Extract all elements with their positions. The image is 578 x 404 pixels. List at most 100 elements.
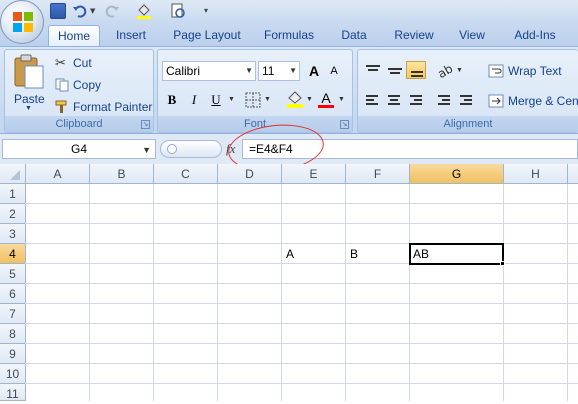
borders-dropdown-icon[interactable]: ▼	[264, 96, 271, 103]
column-header-f[interactable]: F	[346, 164, 410, 184]
column-header-next[interactable]	[568, 164, 578, 184]
column-header-d[interactable]: D	[218, 164, 282, 184]
increase-indent-button[interactable]	[456, 92, 476, 110]
clipboard-dialog-launcher[interactable]: ↘	[141, 120, 150, 129]
row-header-9[interactable]: 9	[0, 344, 26, 364]
save-icon[interactable]	[50, 3, 66, 19]
tab-data[interactable]: Data	[334, 25, 374, 46]
tab-formulas[interactable]: Formulas	[258, 25, 320, 46]
cell-e4[interactable]: A	[282, 244, 345, 263]
tab-review[interactable]: Review	[388, 25, 440, 46]
undo-dropdown-icon[interactable]: ▼	[90, 3, 98, 19]
gridline	[25, 363, 578, 364]
grow-font-button[interactable]: A	[304, 61, 324, 81]
italic-button[interactable]: I	[184, 90, 204, 110]
fill-color-icon[interactable]	[286, 90, 304, 108]
paste-label: Paste	[14, 92, 45, 106]
column-header-a[interactable]: A	[26, 164, 90, 184]
middle-align-button[interactable]	[384, 62, 404, 80]
bold-button[interactable]: B	[162, 90, 182, 110]
borders-icon[interactable]	[244, 91, 262, 109]
align-center-button[interactable]	[384, 92, 404, 110]
gridline	[25, 383, 578, 384]
row-header-8[interactable]: 8	[0, 324, 26, 344]
row-header-3[interactable]: 3	[0, 224, 26, 244]
wrap-text-button[interactable]: Wrap Text	[486, 62, 578, 80]
format-painter-icon	[55, 100, 67, 113]
select-all-corner[interactable]	[0, 164, 26, 184]
ribbon: Paste ▼ ✂ Cut Copy Format Painter Clipbo…	[0, 46, 578, 134]
name-box-dropdown-icon[interactable]: ▼	[142, 141, 151, 159]
gridline	[409, 184, 410, 401]
row-header-6[interactable]: 6	[0, 284, 26, 304]
customize-qat-icon[interactable]: ▾	[204, 3, 212, 19]
row-header-11[interactable]: 11	[0, 384, 26, 401]
cut-icon: ✂	[55, 55, 66, 70]
column-header-h[interactable]: H	[504, 164, 568, 184]
gridline	[25, 223, 578, 224]
circle-icon	[167, 144, 177, 154]
column-header-e[interactable]: E	[282, 164, 346, 184]
font-color-dropdown-icon[interactable]: ▼	[338, 96, 345, 103]
worksheet-grid[interactable]: A B C D E F G H 1 2 3 4 5 6 7 8 9 10 11 …	[0, 164, 578, 401]
tab-page-layout[interactable]: Page Layout	[168, 25, 246, 46]
column-header-c[interactable]: C	[154, 164, 218, 184]
undo-icon[interactable]	[72, 3, 88, 19]
cell-f4[interactable]: B	[346, 244, 409, 263]
row-header-5[interactable]: 5	[0, 264, 26, 284]
font-color-button[interactable]: A	[316, 88, 336, 108]
row-header-1[interactable]: 1	[0, 184, 26, 204]
underline-icon: U	[211, 92, 221, 107]
title-bar: ▼ ▾	[0, 0, 578, 22]
gridline	[567, 184, 568, 401]
tab-insert[interactable]: Insert	[108, 25, 154, 46]
tab-view[interactable]: View	[452, 25, 492, 46]
formula-bar-handle[interactable]	[160, 140, 222, 158]
font-size-select[interactable]: 11 ▼	[258, 61, 300, 81]
tab-home[interactable]: Home	[48, 25, 100, 46]
gridline	[217, 184, 218, 401]
top-align-button[interactable]	[362, 62, 382, 80]
format-painter-label: Format Painter	[73, 100, 153, 114]
cut-button[interactable]: ✂ Cut	[53, 54, 143, 72]
align-left-button[interactable]	[362, 92, 382, 110]
shrink-font-button[interactable]: A	[324, 61, 344, 81]
clipboard-group-label: Clipboard	[5, 116, 153, 132]
fill-color-qat-icon[interactable]	[136, 3, 152, 19]
row-header-4[interactable]: 4	[0, 244, 26, 264]
orientation-dropdown-icon[interactable]: ▼	[456, 67, 463, 74]
underline-dropdown-icon[interactable]: ▼	[228, 96, 235, 103]
tab-add-ins[interactable]: Add-Ins	[506, 25, 564, 46]
copy-label: Copy	[73, 78, 102, 92]
fill-color-dropdown-icon[interactable]: ▼	[306, 96, 313, 103]
paste-button[interactable]: Paste ▼	[9, 52, 49, 114]
copy-button[interactable]: Copy	[53, 76, 143, 94]
italic-icon: I	[191, 92, 197, 107]
orientation-icon[interactable]: ab	[436, 62, 456, 80]
align-right-button[interactable]	[406, 92, 426, 110]
merge-center-icon	[488, 94, 504, 108]
name-box-value: G4	[70, 142, 87, 156]
bottom-align-button[interactable]	[406, 61, 426, 79]
active-cell-g4[interactable]: AB	[409, 243, 504, 265]
fill-handle[interactable]	[500, 261, 505, 266]
row-header-2[interactable]: 2	[0, 204, 26, 224]
underline-button[interactable]: U	[206, 90, 226, 110]
office-button[interactable]	[0, 0, 44, 44]
font-dialog-launcher[interactable]: ↘	[340, 120, 349, 129]
format-painter-button[interactable]: Format Painter	[53, 98, 153, 116]
svg-text:ab: ab	[436, 62, 455, 80]
row-header-10[interactable]: 10	[0, 364, 26, 384]
name-box[interactable]: G4 ▼	[2, 139, 156, 159]
merge-center-button[interactable]: Merge & Center	[486, 92, 578, 110]
column-header-g[interactable]: G	[410, 164, 504, 184]
column-header-b[interactable]: B	[90, 164, 154, 184]
font-family-value: Calibri	[166, 64, 201, 78]
row-header-7[interactable]: 7	[0, 304, 26, 324]
print-preview-icon[interactable]	[170, 3, 186, 19]
wrap-text-label: Wrap Text	[508, 64, 562, 78]
redo-icon[interactable]	[104, 3, 120, 19]
font-family-select[interactable]: Calibri ▼	[162, 61, 256, 81]
decrease-indent-button[interactable]	[434, 92, 454, 110]
grow-font-icon: A	[308, 63, 320, 79]
